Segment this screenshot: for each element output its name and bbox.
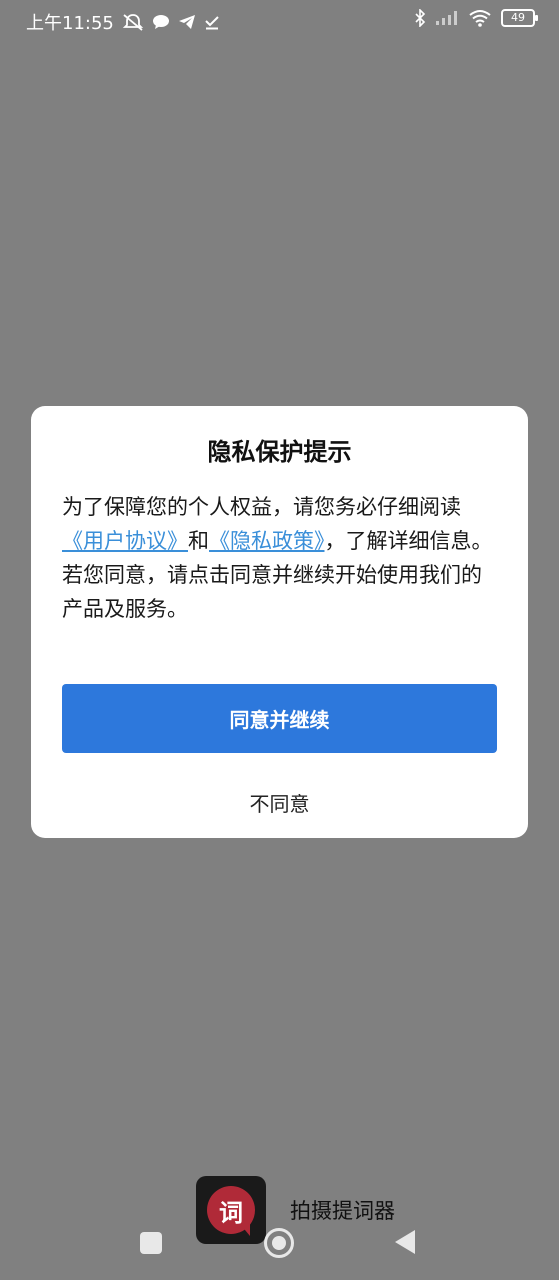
bluetooth-icon <box>414 9 426 27</box>
telegram-send-icon <box>178 14 196 30</box>
dialog-body: 为了保障您的个人权益，请您务必仔细阅读《用户协议》和《隐私政策》，了解详细信息。… <box>62 490 494 626</box>
navigation-bar <box>0 1222 559 1262</box>
agree-continue-button[interactable]: 同意并继续 <box>62 684 497 753</box>
status-left: 上午11:55 <box>26 9 220 35</box>
app-name: 拍摄提词器 <box>290 1199 395 1223</box>
status-bar: 上午11:55 49 <box>0 0 559 42</box>
download-done-icon <box>204 14 220 30</box>
notifications-off-icon <box>122 13 144 31</box>
status-time: 上午11:55 <box>26 13 114 34</box>
body-text-and: 和 <box>188 529 209 553</box>
battery-icon: 49 <box>501 9 538 27</box>
home-icon[interactable] <box>264 1228 294 1258</box>
user-agreement-link[interactable]: 《用户协议》 <box>62 529 188 553</box>
dialog-title: 隐私保护提示 <box>207 438 352 466</box>
privacy-policy-link[interactable]: 《隐私政策》 <box>209 529 325 553</box>
status-right: 49 <box>414 9 538 27</box>
wifi-icon <box>468 9 492 27</box>
disagree-button[interactable]: 不同意 <box>31 788 528 817</box>
signal-icon <box>435 10 459 26</box>
back-icon[interactable] <box>395 1230 415 1254</box>
privacy-dialog: 隐私保护提示 为了保障您的个人权益，请您务必仔细阅读《用户协议》和《隐私政策》，… <box>31 406 528 838</box>
body-text-part1: 为了保障您的个人权益，请您务必仔细阅读 <box>62 495 461 519</box>
chat-bubble-icon <box>152 14 170 30</box>
recents-icon[interactable] <box>140 1232 162 1254</box>
